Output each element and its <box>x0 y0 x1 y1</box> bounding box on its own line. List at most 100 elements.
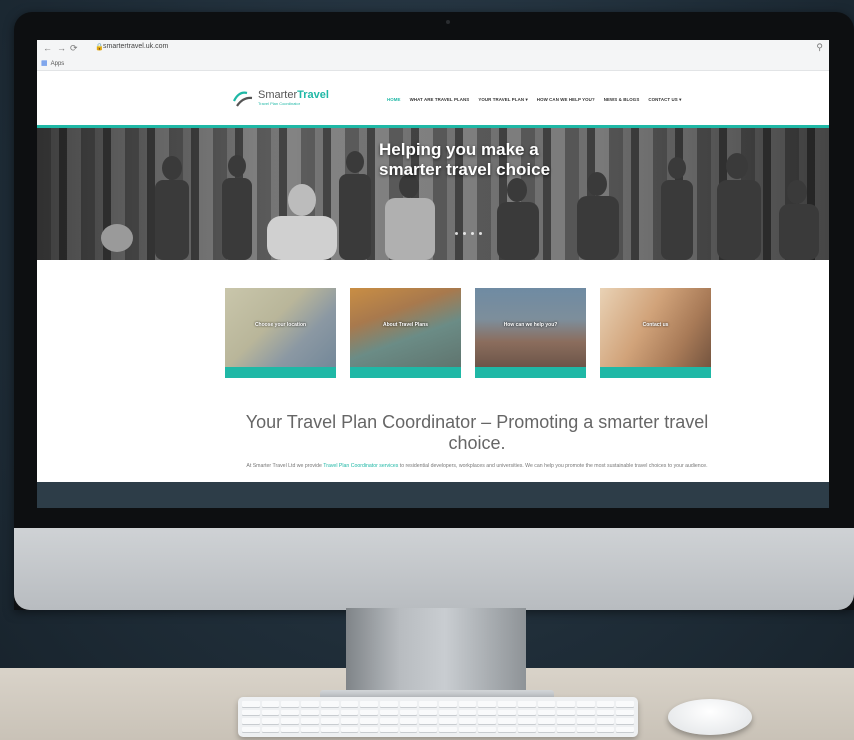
tile-label: Choose your location <box>254 322 307 328</box>
keyboard-key <box>261 701 280 708</box>
browser-window: ← → ⟳ 🔒 smartertravel.uk.com ⚲ ▦ Apps Sma… <box>37 40 829 508</box>
tile-accent-bar <box>225 367 336 378</box>
keyboard-key <box>399 701 418 708</box>
logo-text: SmarterTravel <box>258 89 329 101</box>
keyboard-key <box>458 718 477 725</box>
monitor-chin <box>14 528 854 610</box>
menu-item-how-can-we-help[interactable]: HOW CAN WE HELP YOU? <box>537 97 595 103</box>
tile-label: About Travel Plans <box>382 322 428 328</box>
keyboard-key <box>596 726 615 733</box>
logo-tagline: Travel Plan Coordinator <box>258 101 301 106</box>
keyboard-key <box>517 718 536 725</box>
keyboard-key <box>340 718 359 725</box>
keyboard-key <box>478 718 497 725</box>
keyboard-key <box>557 709 575 716</box>
keyboard-key <box>478 701 497 708</box>
keyboard-key <box>616 709 634 716</box>
reload-icon[interactable]: ⟳ <box>70 43 78 54</box>
keyboard-key <box>616 701 634 708</box>
keyboard-key <box>242 701 260 708</box>
keyboard-key <box>281 718 300 725</box>
keyboard-key <box>557 701 575 708</box>
keyboard-key <box>340 701 359 708</box>
back-arrow-icon[interactable]: ← <box>43 43 52 53</box>
keyboard-key <box>360 701 378 708</box>
tile-choose-location[interactable]: Choose your location <box>225 288 336 378</box>
tile-contact-us[interactable]: Contact us <box>600 288 711 378</box>
keyboard-key <box>576 709 595 716</box>
keyboard-key <box>242 709 260 716</box>
bookmark-apps[interactable]: ▦ Apps <box>41 59 64 67</box>
keyboard-key <box>458 709 477 716</box>
mouse <box>668 699 752 735</box>
keyboard-key <box>320 709 339 716</box>
keyboard-key <box>242 718 260 725</box>
menu-item-contact-us[interactable]: CONTACT US ▾ <box>648 97 681 103</box>
keyboard-key <box>517 701 536 708</box>
carousel-dot[interactable] <box>463 232 466 235</box>
keyboard-key <box>517 726 536 733</box>
keyboard-key <box>596 718 615 725</box>
keyboard-key <box>399 718 418 725</box>
keyboard-key <box>242 726 260 733</box>
keyboard-key <box>537 709 556 716</box>
keyboard-key <box>281 709 300 716</box>
keyboard-key <box>616 726 634 733</box>
keyboard-key <box>419 718 437 725</box>
keyboard-key <box>261 709 280 716</box>
keyboard-key <box>498 718 516 725</box>
keyboard-key <box>439 709 457 716</box>
services-link[interactable]: Travel Plan Coordinator services <box>323 463 398 469</box>
keyboard-key <box>458 701 477 708</box>
carousel-dot[interactable] <box>455 232 458 235</box>
menu-item-news-blogs[interactable]: NEWS & BLOGS <box>604 97 640 103</box>
browser-toolbar: ← → ⟳ 🔒 smartertravel.uk.com ⚲ ▦ Apps <box>37 40 829 71</box>
forward-arrow-icon[interactable]: → <box>57 43 66 53</box>
zoom-icon[interactable]: ⚲ <box>816 42 823 53</box>
menu-item-your-travel-plan[interactable]: YOUR TRAVEL PLAN ▾ <box>478 97 527 103</box>
keyboard-key <box>360 709 378 716</box>
tile-about-travel-plans[interactable]: About Travel Plans <box>350 288 461 378</box>
keyboard-key <box>320 718 339 725</box>
tile-label: Contact us <box>642 322 669 328</box>
keyboard-key <box>399 726 418 733</box>
keyboard-key <box>498 709 516 716</box>
footer-strip <box>37 482 829 508</box>
monitor-stand <box>346 608 526 700</box>
menu-item-home[interactable]: HOME <box>387 97 401 103</box>
address-bar[interactable]: smartertravel.uk.com <box>103 43 168 50</box>
tile-how-can-we-help[interactable]: How can we help you? <box>475 288 586 378</box>
hero-title: Helping you make a smarter travel choice <box>379 140 551 179</box>
keyboard-key <box>439 726 457 733</box>
keyboard-key <box>478 709 497 716</box>
keyboard-key <box>596 709 615 716</box>
site-header: SmarterTravel Travel Plan Coordinator HO… <box>37 71 829 125</box>
menu-item-what-are-travel-plans[interactable]: WHAT ARE TRAVEL PLANS <box>410 97 470 103</box>
tile-label: How can we help you? <box>503 322 558 328</box>
page-headline: Your Travel Plan Coordinator – Promoting… <box>245 412 709 453</box>
keyboard-key <box>301 709 319 716</box>
hero-banner: Helping you make a smarter travel choice <box>37 128 829 260</box>
carousel-dot[interactable] <box>479 232 482 235</box>
keyboard-key <box>261 718 280 725</box>
keyboard-key <box>340 726 359 733</box>
intro-paragraph: At Smarter Travel Ltd we provide Travel … <box>246 463 708 469</box>
carousel-dot[interactable] <box>471 232 474 235</box>
keyboard-key <box>301 726 319 733</box>
keyboard-key <box>360 726 378 733</box>
keyboard-key <box>537 726 556 733</box>
keyboard-key <box>498 726 516 733</box>
keyboard-key <box>596 701 615 708</box>
keyboard-key <box>281 726 300 733</box>
keyboard-key <box>576 718 595 725</box>
keyboard-key <box>419 726 437 733</box>
keyboard-key <box>261 726 280 733</box>
keyboard-key <box>399 709 418 716</box>
keyboard-key <box>537 701 556 708</box>
keyboard-key <box>419 709 437 716</box>
keyboard-key <box>576 701 595 708</box>
keyboard-key <box>537 718 556 725</box>
keyboard-key <box>498 701 516 708</box>
site-logo[interactable]: SmarterTravel Travel Plan Coordinator <box>231 87 329 109</box>
keyboard-key <box>281 701 300 708</box>
